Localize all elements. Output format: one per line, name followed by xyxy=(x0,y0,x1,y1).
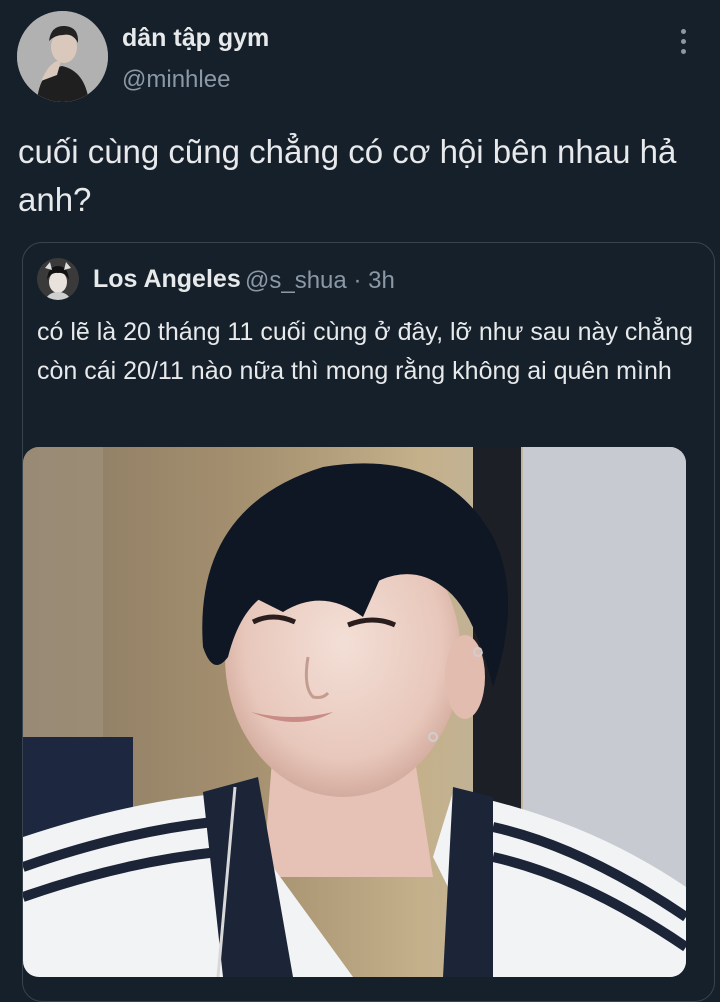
more-dot xyxy=(680,48,686,54)
author-handle[interactable]: @minhlee xyxy=(122,66,230,94)
meta-separator: · xyxy=(353,267,362,294)
quoted-timestamp[interactable]: 3h xyxy=(368,267,395,294)
author-display-name[interactable]: dân tập gym xyxy=(122,24,269,53)
tweet-text: cuối cùng cũng chẳng có cơ hội bên nhau … xyxy=(18,133,677,218)
more-options-icon[interactable] xyxy=(668,24,698,58)
quoted-author-handle[interactable]: @s_shua xyxy=(245,267,347,294)
quoted-author-avatar[interactable] xyxy=(37,258,79,300)
avatar-image xyxy=(17,11,108,102)
quoted-author-display-name[interactable]: Los Angeles xyxy=(93,265,241,294)
photo-image xyxy=(23,447,686,977)
quoted-avatar-image xyxy=(37,258,79,300)
quoted-tweet-text: có lẽ là 20 tháng 11 cuối cùng ở đây, lỡ… xyxy=(37,318,693,385)
more-dot xyxy=(680,28,686,34)
quoted-meta: @s_shua · 3h xyxy=(245,267,395,295)
author-avatar[interactable] xyxy=(17,11,108,102)
quoted-tweet-card[interactable]: Los Angeles @s_shua · 3h có lẽ là 20 thá… xyxy=(22,242,715,1002)
quoted-media-photo[interactable] xyxy=(23,447,686,977)
more-dot xyxy=(680,38,686,44)
